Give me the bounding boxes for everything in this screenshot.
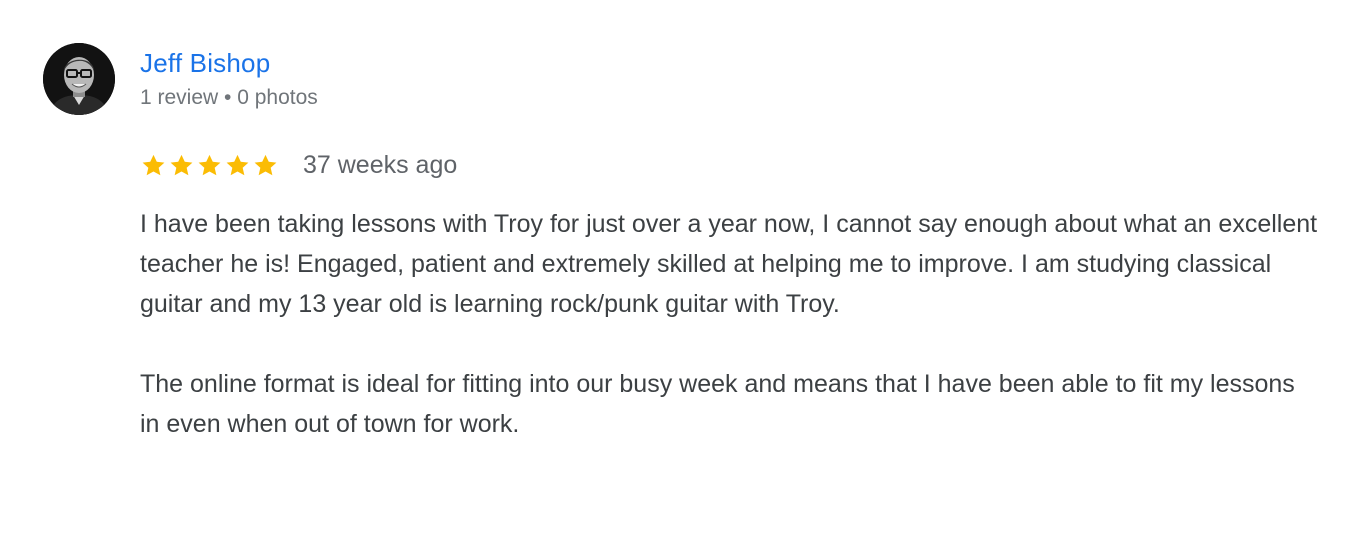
rating-row: 37 weeks ago	[140, 148, 457, 182]
star-icon	[142, 154, 165, 175]
avatar[interactable]	[43, 43, 115, 115]
review-card: Jeff Bishop 1 review • 0 photos 37 weeks…	[0, 0, 1360, 536]
reviewer-info: Jeff Bishop 1 review • 0 photos	[140, 46, 318, 112]
star-icon	[170, 154, 193, 175]
review-paragraph: I have been taking lessons with Troy for…	[140, 210, 1318, 318]
reviewer-meta: 1 review • 0 photos	[140, 86, 318, 109]
review-date: 37 weeks ago	[303, 151, 458, 179]
review-paragraph: The online format is ideal for fitting i…	[140, 370, 1295, 438]
star-icon	[198, 154, 221, 175]
reviewer-name-link[interactable]: Jeff Bishop	[140, 46, 318, 80]
review-text: I have been taking lessons with Troy for…	[140, 204, 1320, 444]
reviewer-photo	[43, 43, 115, 115]
star-rating	[140, 152, 279, 179]
star-icon	[226, 154, 249, 175]
star-icon	[254, 154, 277, 175]
